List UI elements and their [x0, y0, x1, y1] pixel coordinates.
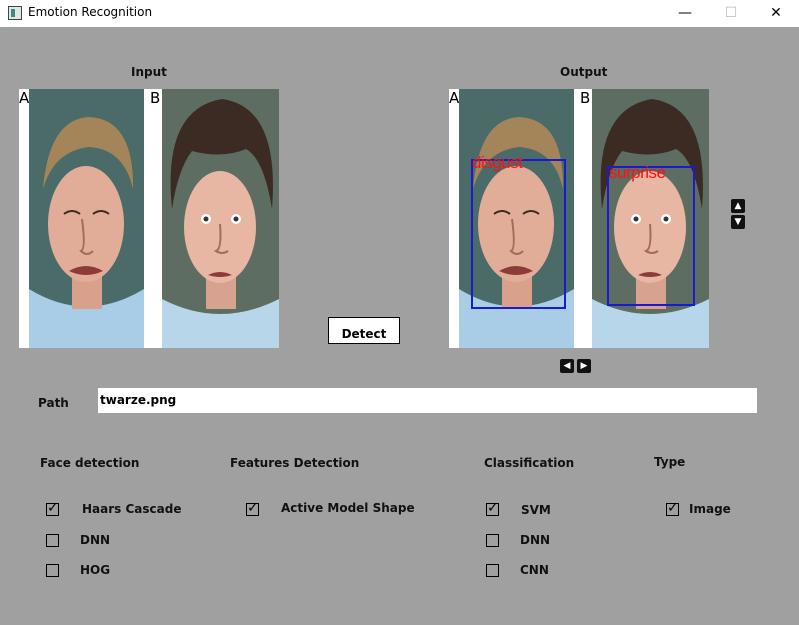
panel-letter-b: B: [580, 89, 591, 107]
output-label: Output: [560, 65, 608, 79]
app-icon: [8, 6, 22, 20]
dnn-classification-checkbox[interactable]: [486, 534, 499, 547]
emotion-label: surprise: [609, 163, 666, 182]
svm-checkbox[interactable]: [486, 500, 499, 516]
dnn-face-checkbox[interactable]: [46, 534, 59, 547]
haars-cascade-label: Haars Cascade: [82, 502, 182, 516]
prev-button[interactable]: ◀: [560, 359, 574, 373]
svm-label: SVM: [521, 503, 551, 517]
next-button[interactable]: ▶: [577, 359, 591, 373]
face-photo-icon: [29, 89, 144, 348]
cnn-label: CNN: [520, 563, 549, 577]
active-model-shape-checkbox[interactable]: [246, 500, 259, 516]
face-photo-icon: [162, 89, 279, 348]
close-button[interactable]: ✕: [753, 0, 799, 27]
maximize-button[interactable]: ☐: [708, 0, 754, 27]
window-title: Emotion Recognition: [28, 5, 153, 19]
image-type-checkbox[interactable]: [666, 500, 679, 516]
image-type-label: Image: [689, 502, 731, 516]
panel-letter-b: B: [150, 89, 161, 107]
features-detection-label: Features Detection: [230, 456, 360, 470]
classification-label: Classification: [484, 456, 575, 470]
face-detection-label: Face detection: [40, 456, 140, 470]
hog-label: HOG: [80, 563, 111, 577]
scroll-up-button[interactable]: ▲: [731, 199, 745, 213]
dnn-classification-label: DNN: [520, 533, 551, 547]
dnn-face-label: DNN: [80, 533, 111, 547]
panel-letter-a: A: [19, 89, 30, 107]
detect-button[interactable]: Detect: [328, 317, 400, 344]
face-bounding-box: [607, 166, 695, 306]
scroll-down-button[interactable]: ▼: [731, 215, 745, 229]
output-image: A B disgust surprise: [449, 89, 709, 348]
cnn-checkbox[interactable]: [486, 564, 499, 577]
input-label: Input: [131, 65, 167, 79]
emotion-label: disgust: [472, 153, 523, 172]
haars-cascade-checkbox[interactable]: [46, 500, 59, 516]
path-input[interactable]: twarze.png: [98, 388, 757, 413]
face-bounding-box: [471, 159, 566, 309]
type-label: Type: [654, 455, 686, 469]
title-bar: Emotion Recognition — ☐ ✕: [0, 0, 799, 27]
panel-letter-a: A: [449, 89, 460, 107]
active-model-shape-label: Active Model Shape: [281, 501, 415, 515]
input-image: A B: [19, 89, 279, 348]
hog-checkbox[interactable]: [46, 564, 59, 577]
minimize-button[interactable]: —: [662, 0, 708, 27]
path-label: Path: [38, 396, 69, 410]
